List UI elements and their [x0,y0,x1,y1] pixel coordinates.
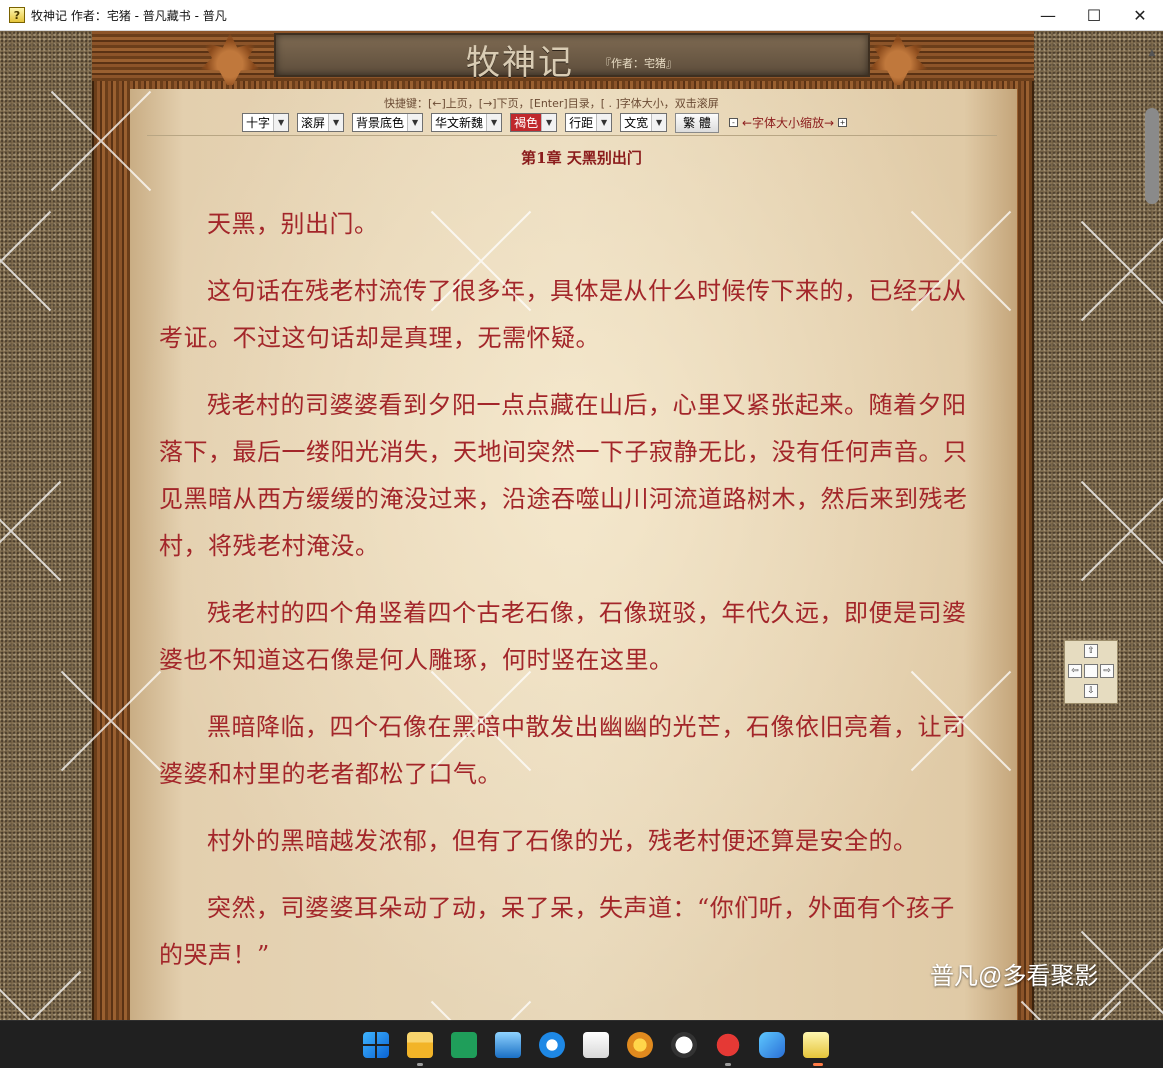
paint-icon[interactable] [627,1032,653,1058]
minimize-button[interactable]: — [1025,0,1071,31]
scroll-up-button[interactable]: ⇧ [1084,644,1098,658]
text-width-select[interactable]: 文宽 ▼ [620,113,668,132]
chapter-content: 天黑，别出门。 这句话在残老村流传了很多年，具体是从什么时候传下来的，已经无从考… [159,201,971,999]
scrollbar-thumb[interactable] [1145,108,1159,204]
chevron-down-icon: ▼ [541,114,557,131]
paragraph: 残老村的司婆婆看到夕阳一点点藏在山后，心里又紧张起来。随着夕阳落下，最后一缕阳光… [159,391,968,560]
paragraph: 黑暗降临，四个石像在黑暗中散发出幽幽的光芒，石像依旧亮着，让司婆婆和村里的老者都… [159,713,967,788]
taskbar [0,1020,1163,1068]
zoom-in-button[interactable]: + [838,118,848,127]
paragraph: 村外的黑暗越发浓郁，但有了石像的光，残老村便还算是安全的。 [207,827,918,855]
background-select[interactable]: 背景底色 ▼ [352,113,424,132]
spreadsheet-icon[interactable] [451,1032,477,1058]
book-author: 『作者：宅猪』 [600,57,677,70]
reader-toolbar: 十字 ▼ 滚屏 ▼ 背景底色 ▼ 华文新魏 ▼ 褐色 ▼ 行距 ▼ 文宽 ▼ 繁… [242,112,848,133]
browser-icon[interactable] [539,1032,565,1058]
windows-start-icon[interactable] [363,1032,389,1058]
select-value: 行距 [569,116,594,130]
font-zoom-label: ←字体大小缩放→ [741,116,835,130]
select-value: 滚屏 [301,116,326,130]
select-value: 背景底色 [356,116,405,130]
help-reader-icon[interactable] [803,1032,829,1058]
book-title: 牧神记 [466,43,574,83]
paragraph: 残老村的四个角竖着四个古老石像，石像斑驳，年代久远，即便是司婆婆也不知道这石像是… [159,599,967,674]
divider [147,135,997,136]
scroll-select[interactable]: 滚屏 ▼ [297,113,345,132]
font-family-select[interactable]: 华文新魏 ▼ [431,113,503,132]
paragraph: 这句话在残老村流传了很多年，具体是从什么时候传下来的，已经无从考证。不过这句话却… [159,277,967,352]
chevron-down-icon: ▼ [273,114,289,131]
chevron-down-icon: ▼ [651,114,667,131]
watermark-cross [0,951,100,1020]
window-controls: — ☐ ✕ [1025,0,1163,31]
running-indicator [417,1063,423,1066]
running-indicator [725,1063,731,1066]
traditional-chinese-button[interactable]: 繁 體 [675,112,719,133]
line-spacing-select[interactable]: 行距 ▼ [565,113,613,132]
scrollbar-up-arrow-icon[interactable]: ▲ [1145,48,1159,58]
page-nav-pad: ⇧ ⇦ ⇨ ⇩ [1064,640,1118,704]
window-title: 牧神记 作者：宅猪 - 普凡藏书 - 普凡 [31,8,227,23]
hotkey-hint: 快捷键：[←]上页，[→]下页，[Enter]目录，[ . ]字体大小，双击滚屏 [384,97,719,110]
book-title-plate: 牧神记 『作者：宅猪』 [274,33,870,83]
close-button[interactable]: ✕ [1117,0,1163,31]
watermark-cross [0,461,80,601]
maximize-button[interactable]: ☐ [1071,0,1117,31]
chevron-down-icon: ▼ [328,114,344,131]
font-size-select[interactable]: 十字 ▼ [242,113,290,132]
watermark-cross [0,191,70,331]
paragraph: 天黑，别出门。 [207,210,379,238]
chevron-down-icon: ▼ [596,114,612,131]
app-icon: ? [9,7,25,23]
chevron-down-icon: ▼ [486,114,502,131]
previous-page-button[interactable]: ⇦ [1068,664,1082,678]
select-value: 十字 [246,116,271,130]
paragraph: 突然，司婆婆耳朵动了动，呆了呆，失声道：“你们听，外面有个孩子的哭声！” [159,894,955,969]
chapter-title: 第1章 天黑别出门 [521,149,642,167]
watermark-text: 普凡@多看聚影 [930,963,1099,990]
window-title-bar: ? 牧神记 作者：宅猪 - 普凡藏书 - 普凡 — ☐ ✕ [0,0,1163,31]
reader-background: 牧神记 『作者：宅猪』 快捷键：[←]上页，[→]下页，[Enter]目录，[ … [0,31,1163,1020]
select-value: 文宽 [624,116,649,130]
next-page-button[interactable]: ⇨ [1100,664,1114,678]
zoom-out-button[interactable]: - [728,118,738,127]
notepad-icon[interactable] [583,1032,609,1058]
select-value: 褐色 [511,114,542,131]
scroll-down-button[interactable]: ⇩ [1084,684,1098,698]
chevron-down-icon: ▼ [407,114,423,131]
active-indicator [813,1063,823,1066]
file-explorer-icon[interactable] [407,1032,433,1058]
text-color-select[interactable]: 褐色 ▼ [510,113,558,132]
photos-icon[interactable] [495,1032,521,1058]
center-button[interactable] [1084,664,1098,678]
hazard-app-icon[interactable] [671,1032,697,1058]
media-player-icon[interactable] [715,1032,741,1058]
cloud-app-icon[interactable] [759,1032,785,1058]
select-value: 华文新魏 [435,116,484,130]
